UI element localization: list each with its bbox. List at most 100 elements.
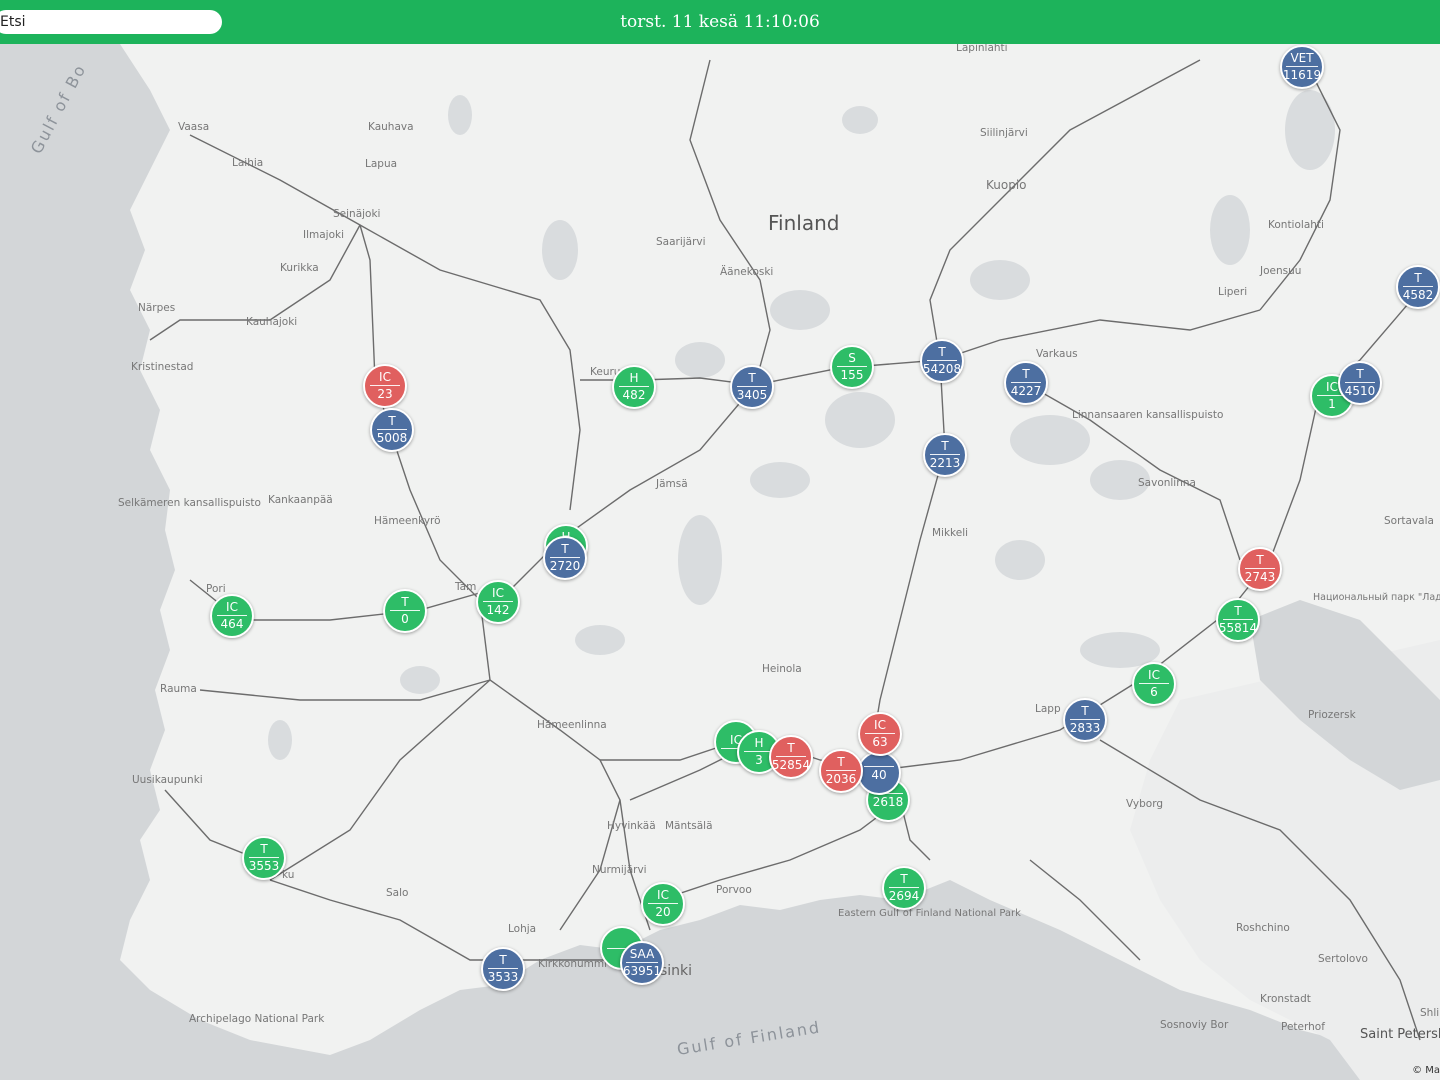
train-marker-ic-63[interactable]: IC 63 [858,712,902,756]
train-marker-ic-20[interactable]: IC 20 [641,882,685,926]
train-type: T [889,873,919,888]
marker-badge: IC 20 [641,882,685,926]
marker-badge: IC 142 [476,580,520,624]
train-type: SAA [625,948,659,963]
svg-text:Selkämeren kansallispuisto: Selkämeren kansallispuisto [118,497,261,509]
train-marker-vet-11619[interactable]: VET 11619 [1280,45,1324,89]
svg-text:Saint Petersburg: Saint Petersburg [1360,1027,1440,1042]
train-number: 3 [755,753,763,767]
train-marker-t-2036[interactable]: T 2036 [819,749,863,793]
train-marker-h-482[interactable]: H 482 [612,365,656,409]
svg-text:Saarijärvi: Saarijärvi [656,236,706,248]
train-marker-t-52854[interactable]: T 52854 [769,735,813,779]
svg-text:Archipelago National Park: Archipelago National Park [189,1013,325,1025]
train-marker-t-2694[interactable]: T 2694 [882,866,926,910]
train-marker-saa-63951[interactable]: SAA 63951 [620,941,664,985]
train-marker-t-0[interactable]: T0 [383,589,427,633]
map-canvas[interactable]: Finland Gulf of Bo Gulf of Finland Vaasa… [0,0,1440,1080]
train-number: 464 [220,617,244,631]
train-type: T [776,742,806,757]
svg-text:Lapp: Lapp [1035,703,1061,715]
train-type: S [837,352,867,367]
svg-text:Vaasa: Vaasa [178,121,209,133]
train-type: IC [483,587,513,602]
train-marker-t-54208[interactable]: T 54208 [920,339,964,383]
train-marker-ic-142[interactable]: IC 142 [476,580,520,624]
train-type: T [930,440,960,455]
svg-text:Kontiolahti: Kontiolahti [1268,219,1324,231]
svg-text:Hyvinkää: Hyvinkää [607,820,656,832]
svg-text:Liperi: Liperi [1218,286,1247,298]
svg-text:Rauma: Rauma [160,683,197,695]
marker-badge: T 5008 [370,408,414,452]
train-number: 3405 [736,388,768,402]
train-marker-ic-6[interactable]: IC 6 [1132,662,1176,706]
train-marker-t-55814[interactable]: T 55814 [1216,598,1260,642]
train-number: 4510 [1344,384,1376,398]
train-type: T [488,954,518,969]
svg-text:Национальный парк "Ладожские ш: Национальный парк "Ладожские шхеры" [1313,592,1440,603]
svg-text:Kuopio: Kuopio [986,178,1027,192]
train-marker-t-3553[interactable]: T 3553 [242,836,286,880]
marker-badge: T 2720 [543,536,587,580]
train-number: 23 [377,387,393,401]
svg-text:Varkaus: Varkaus [1036,348,1078,360]
train-type: T [1070,705,1100,720]
svg-text:Ilmajoki: Ilmajoki [303,229,344,241]
svg-text:Savonlinna: Savonlinna [1138,477,1196,489]
svg-text:Kauhajoki: Kauhajoki [246,316,297,328]
svg-text:Heinola: Heinola [762,663,802,675]
train-marker-x-40[interactable]: 40 [857,751,901,795]
svg-text:Sortavala: Sortavala [1384,515,1434,527]
train-marker-t-2833[interactable]: T 2833 [1063,698,1107,742]
train-marker-ic-23[interactable]: IC 23 [363,364,407,408]
train-type: T [1403,272,1433,287]
svg-text:Kurikka: Kurikka [280,262,319,274]
train-marker-t-2213[interactable]: T 2213 [923,433,967,477]
train-marker-s-155[interactable]: S 155 [830,345,874,389]
marker-badge: VET 11619 [1280,45,1324,89]
marker-badge: T 3405 [730,365,774,409]
train-number: 55814 [1218,621,1258,635]
train-number: 142 [486,603,510,617]
train-number: 2833 [1069,721,1101,735]
svg-text:Priozersk: Priozersk [1308,709,1357,721]
train-marker-t-3533[interactable]: T 3533 [481,947,525,991]
train-type: T [1245,554,1275,569]
train-number: 0 [401,612,409,626]
train-number: 54208 [922,362,962,376]
marker-badge: IC 6 [1132,662,1176,706]
train-type: IC [1139,669,1169,684]
train-type: H [619,372,649,387]
marker-badge: T 3553 [242,836,286,880]
marker-badge: IC 23 [363,364,407,408]
svg-text:Sosnoviy Bor: Sosnoviy Bor [1160,1019,1229,1031]
marker-badge: T 2694 [882,866,926,910]
train-marker-t-3405[interactable]: T 3405 [730,365,774,409]
train-marker-t-4582[interactable]: T 4582 [1396,265,1440,309]
train-type: IC [370,371,400,386]
train-marker-t-4510[interactable]: T 4510 [1338,361,1382,405]
svg-text:Närpes: Närpes [138,302,175,314]
train-number: 2618 [872,794,904,809]
svg-text:sinki: sinki [660,963,692,979]
train-marker-t-2720[interactable]: T 2720 [543,536,587,580]
train-marker-ic-464[interactable]: IC 464 [210,594,254,638]
marker-badge: T 55814 [1216,598,1260,642]
train-number: 3533 [487,970,519,984]
svg-text:Kronstadt: Kronstadt [1260,993,1311,1005]
marker-badge: T0 [383,589,427,633]
train-type: T [1223,605,1253,620]
train-type: T [249,843,279,858]
train-marker-t-4227[interactable]: T 4227 [1004,361,1048,405]
marker-badge: S 155 [830,345,874,389]
search-input[interactable] [0,10,222,34]
train-number: 4582 [1402,288,1434,302]
train-number: 6 [1150,685,1158,699]
train-marker-t-5008[interactable]: T 5008 [370,408,414,452]
train-number: 2036 [825,772,857,786]
marker-badge: IC 63 [858,712,902,756]
svg-text:Seinäjoki: Seinäjoki [333,208,380,220]
marker-badge: T 4227 [1004,361,1048,405]
train-marker-t-2743[interactable]: T 2743 [1238,547,1282,591]
